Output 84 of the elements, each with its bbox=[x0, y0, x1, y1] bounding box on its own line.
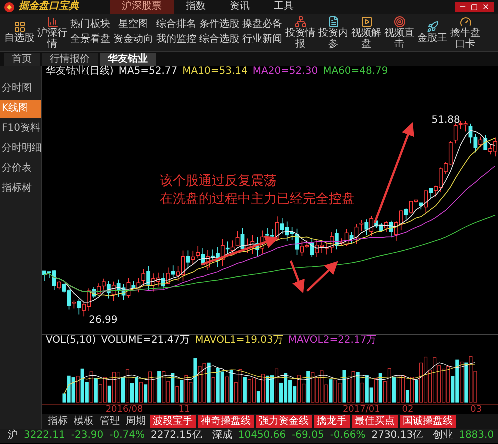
toolbar-link[interactable]: 综合排名 bbox=[156, 19, 196, 31]
date-label: 03 bbox=[470, 405, 482, 416]
toolbar-icon bbox=[460, 16, 472, 28]
index-name: 创业 bbox=[433, 430, 454, 442]
menu-tab[interactable]: 工具 bbox=[262, 0, 306, 14]
sidebar-item[interactable]: 分时图 bbox=[0, 80, 41, 98]
toolbar-button[interactable]: 视频直击 bbox=[384, 16, 415, 50]
toolbar-icon bbox=[426, 21, 438, 33]
close-icon[interactable] bbox=[482, 3, 490, 11]
indicator-value: MAVOL1=19.03万 bbox=[195, 335, 284, 346]
indicator-tab[interactable]: 擒龙手 bbox=[314, 415, 350, 428]
sidebar-item[interactable]: 指标树 bbox=[0, 180, 41, 198]
toolbar-button[interactable]: 视频解盘 bbox=[351, 16, 382, 50]
toolbar-link[interactable]: 星空图 bbox=[118, 19, 148, 31]
date-label: 02 bbox=[402, 405, 414, 416]
toolbar-link[interactable]: 热门板块 bbox=[70, 19, 110, 31]
toolbar-icon bbox=[328, 16, 340, 28]
toolbar-button[interactable]: 沪深行情 bbox=[37, 16, 68, 50]
indicator-tab[interactable]: 强力资金线 bbox=[256, 415, 312, 428]
toolbar-icon bbox=[394, 16, 406, 28]
indicator-value: VOLUME=21.47万 bbox=[101, 335, 190, 346]
date-label: 2016/08 bbox=[106, 405, 144, 416]
toolbar-link[interactable]: 全景看盘 bbox=[70, 34, 110, 46]
high-price-label: 51.88 bbox=[432, 115, 460, 128]
indicator-tab[interactable]: 模板 bbox=[72, 415, 96, 428]
index-name: 沪 bbox=[8, 430, 18, 442]
index-value: -23.90 bbox=[71, 430, 104, 442]
toolbar-link[interactable]: 行业新闻 bbox=[242, 34, 282, 46]
maximize-icon[interactable] bbox=[471, 4, 478, 10]
toolbar-link[interactable]: 资金动向 bbox=[114, 34, 154, 46]
menu-tab[interactable]: 资讯 bbox=[218, 0, 262, 14]
arrow bbox=[306, 261, 338, 292]
toolbar-icon bbox=[294, 16, 306, 28]
indicator-value: MA60=48.79 bbox=[323, 66, 388, 78]
indicator-tab[interactable]: 国诚操盘线 bbox=[400, 415, 456, 428]
index-value: -69.05 bbox=[292, 430, 324, 442]
indicator-value: VOL(5,10) bbox=[46, 335, 96, 346]
indicator-value: MA5=52.77 bbox=[118, 66, 178, 78]
sidebar-item[interactable]: F10资料 bbox=[0, 120, 41, 138]
toolbar-link[interactable]: 操盘必备 bbox=[242, 19, 282, 31]
indicator-tab[interactable]: 最佳买点 bbox=[352, 415, 398, 428]
toolbar-link[interactable]: 条件选股 bbox=[200, 19, 240, 31]
index-value: 1883.0 bbox=[459, 430, 494, 442]
toolbar-icon bbox=[46, 16, 58, 28]
toolbar-button[interactable]: 投资情报 bbox=[285, 16, 316, 50]
page-tab[interactable]: 华友钴业 bbox=[100, 53, 156, 66]
index-name: 深成 bbox=[212, 430, 232, 442]
sidebar-item[interactable]: 分时明细 bbox=[0, 140, 41, 158]
index-value: 10450.66 bbox=[238, 430, 286, 442]
date-label: 2017/01 bbox=[342, 405, 380, 416]
indicator-tab[interactable]: 管理 bbox=[98, 415, 122, 428]
toolbar-icon bbox=[14, 21, 26, 33]
indicator-value: MA20=52.30 bbox=[252, 66, 318, 78]
toolbar-button[interactable]: 金股王 bbox=[417, 21, 448, 44]
app-logo: 掘金盘口宝典 bbox=[19, 1, 79, 13]
indicator-tab[interactable]: 周期 bbox=[124, 415, 148, 428]
toolbar-icon bbox=[360, 16, 372, 28]
toolbar-link[interactable]: 综合选股 bbox=[200, 34, 240, 46]
annotation-text: 在洗盘的过程中主力已经完全控盘 bbox=[160, 192, 355, 208]
toolbar-button[interactable]: 擒牛盘口卡 bbox=[450, 16, 481, 50]
menu-tab[interactable]: 指数 bbox=[174, 0, 218, 14]
toolbar-link[interactable]: 我的监控 bbox=[156, 34, 196, 46]
toolbar-button[interactable]: 自选股 bbox=[4, 21, 35, 44]
page-tab[interactable]: 首页 bbox=[4, 53, 40, 66]
index-value: -0.74% bbox=[110, 430, 145, 442]
indicator-value: MA10=53.14 bbox=[182, 66, 248, 78]
indicator-tab[interactable]: 波段宝手 bbox=[150, 415, 196, 428]
sidebar-item[interactable]: 分价表 bbox=[0, 160, 41, 178]
page-tab[interactable]: 行情报价 bbox=[42, 53, 98, 66]
menu-tab[interactable]: 沪深股票 bbox=[110, 0, 174, 14]
logo-icon bbox=[4, 2, 15, 12]
index-value: 2272.15亿 bbox=[151, 430, 202, 442]
toolbar-button[interactable]: 投资内参 bbox=[318, 16, 349, 50]
index-value: 3222.11 bbox=[24, 430, 66, 442]
annotation-text: 该个股通过反复震荡 bbox=[160, 174, 278, 190]
date-label: 11 bbox=[178, 405, 190, 416]
indicator-value: MAVOL2=22.17万 bbox=[288, 335, 377, 346]
index-value: 2730.13亿 bbox=[372, 430, 424, 442]
arrow bbox=[290, 260, 305, 294]
chart-title: 华友钴业(日线) bbox=[46, 66, 114, 78]
index-value: -0.66% bbox=[330, 430, 366, 442]
low-price-label: 26.99 bbox=[89, 314, 118, 327]
indicator-tab[interactable]: 指标 bbox=[46, 415, 70, 428]
indicator-tab[interactable]: 神奇操盘线 bbox=[198, 415, 254, 428]
